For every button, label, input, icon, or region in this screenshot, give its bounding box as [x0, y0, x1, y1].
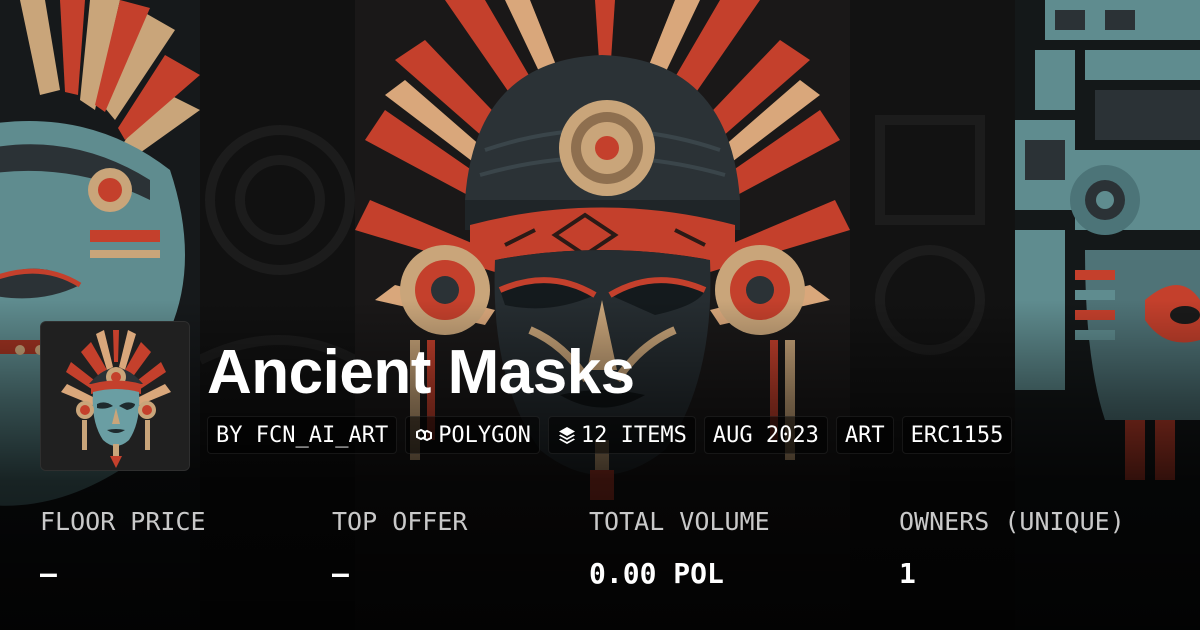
polygon-icon [414, 425, 434, 445]
stat-total-volume-label: TOTAL VOLUME [589, 507, 770, 536]
tag-items: 12 ITEMS [547, 416, 696, 454]
tag-chain-label: POLYGON [438, 422, 531, 448]
stat-owners-value: 1 [899, 557, 916, 590]
stat-floor-price-label: FLOOR PRICE [40, 507, 206, 536]
collection-avatar[interactable] [40, 321, 190, 471]
tag-token-standard-label: ERC1155 [910, 422, 1004, 448]
collection-title: Ancient Masks [207, 338, 635, 407]
collection-tags: BY FCN_AI_ART POLYGON 12 ITEMS AUG 2023 … [207, 416, 1013, 454]
stat-top-offer-value: – [332, 557, 349, 590]
stat-total-volume: TOTAL VOLUME 0.00 POL [589, 504, 770, 594]
stat-floor-price: FLOOR PRICE – [40, 504, 206, 594]
tag-created-date-label: AUG 2023 [712, 422, 819, 448]
stat-top-offer: TOP OFFER – [332, 504, 467, 594]
tag-creator[interactable]: BY FCN_AI_ART [207, 416, 398, 454]
tag-items-label: 12 ITEMS [580, 422, 687, 448]
tag-category[interactable]: ART [835, 416, 894, 454]
stat-owners-label: OWNERS (UNIQUE) [899, 507, 1125, 536]
tag-chain[interactable]: POLYGON [405, 416, 540, 454]
stat-owners: OWNERS (UNIQUE) 1 [899, 504, 1125, 594]
tag-token-standard: ERC1155 [901, 416, 1013, 454]
stat-total-volume-value: 0.00 POL [589, 557, 724, 590]
tag-category-label: ART [844, 422, 885, 448]
layers-icon [557, 425, 577, 445]
tag-creator-label: BY FCN_AI_ART [216, 422, 389, 448]
tag-created-date: AUG 2023 [703, 416, 828, 454]
stat-floor-price-value: – [40, 557, 57, 590]
stat-top-offer-label: TOP OFFER [332, 507, 468, 536]
